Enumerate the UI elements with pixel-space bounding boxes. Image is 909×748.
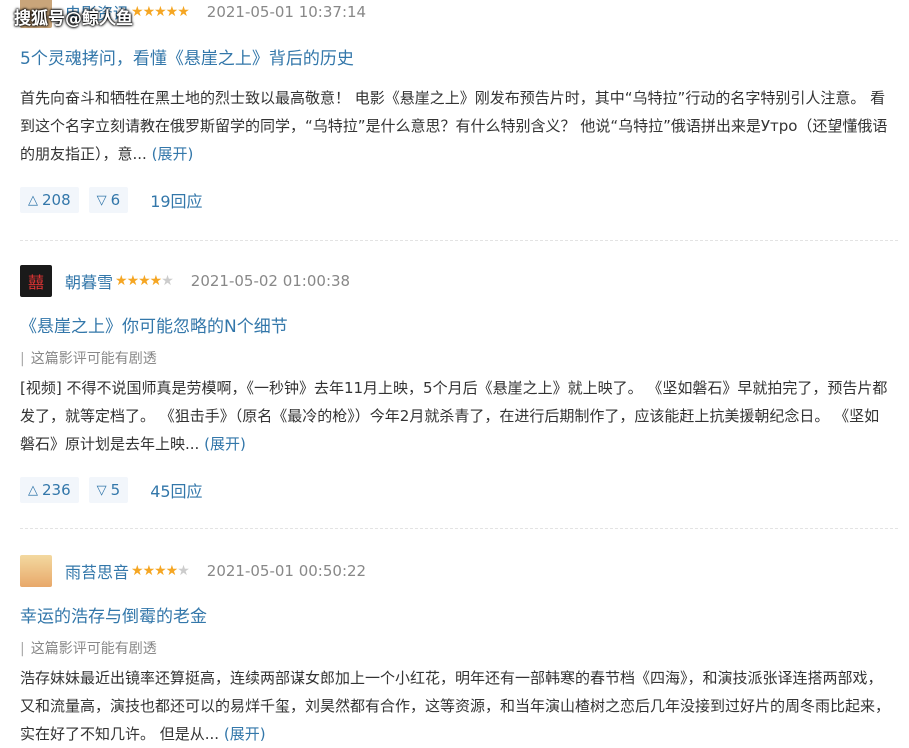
triangle-up-icon: △ xyxy=(28,482,38,498)
review-content: [视频] 不得不说国师真是劳模啊，《一秒钟》去年11月上映，5个月后《悬崖之上》… xyxy=(20,374,890,458)
review-title[interactable]: 5个灵魂拷问，看懂《悬崖之上》背后的历史 xyxy=(20,44,354,69)
review-content: 浩存妹妹最近出镜率还算挺高，连续两部谋女郎加上一个小红花，明年还有一部韩寒的春节… xyxy=(20,664,890,748)
review-item: 囍 朝暮雪 ★★★★★ 2021-05-02 01:00:38 xyxy=(20,265,898,297)
rating-stars: ★★★★★ xyxy=(115,273,174,289)
review-text: 浩存妹妹最近出镜率还算挺高，连续两部谋女郎加上一个小红花，明年还有一部韩寒的春节… xyxy=(20,669,891,743)
triangle-down-icon: ▽ xyxy=(96,482,107,498)
review-title[interactable]: 《悬崖之上》你可能忽略的N个细节 xyxy=(20,312,288,337)
spoiler-text: 这篇影评可能有剧透 xyxy=(30,641,157,657)
review-content: 首先向奋斗和牺牲在黑土地的烈士致以最高敬意！ 电影《悬崖之上》刚发布预告片时，其… xyxy=(20,84,890,168)
divider xyxy=(20,528,898,529)
avatar[interactable] xyxy=(20,555,52,587)
replies-link[interactable]: 45回应 xyxy=(150,478,202,502)
review-text: [视频] 不得不说国师真是劳模啊，《一秒钟》去年11月上映，5个月后《悬崖之上》… xyxy=(20,379,888,453)
expand-link[interactable]: (展开) xyxy=(204,435,246,453)
review-item: 电影资讯 ★★★★★ 2021-05-01 10:37:14 xyxy=(20,0,898,28)
spoiler-warning: | 这篇影评可能有剧透 xyxy=(20,638,157,658)
review-date: 2021-05-02 01:00:38 xyxy=(190,272,351,290)
star-icon: ★ xyxy=(161,273,174,289)
divider xyxy=(20,240,898,241)
upvote-count: 236 xyxy=(42,481,71,499)
star-icon: ★★★★ xyxy=(115,273,162,289)
expand-link[interactable]: (展开) xyxy=(224,725,266,743)
review-text: 首先向奋斗和牺牲在黑土地的烈士致以最高敬意！ 电影《悬崖之上》刚发布预告片时，其… xyxy=(20,89,888,163)
triangle-down-icon: ▽ xyxy=(96,192,107,208)
username-link[interactable]: 雨苔思音 xyxy=(65,559,129,583)
review-date: 2021-05-01 00:50:22 xyxy=(206,562,367,580)
upvote-button[interactable]: △ 236 xyxy=(20,477,79,503)
replies-link[interactable]: 19回应 xyxy=(150,188,202,212)
review-meta: 囍 朝暮雪 ★★★★★ 2021-05-02 01:00:38 xyxy=(20,265,898,297)
review-actions: △ 208 ▽ 6 19回应 xyxy=(20,187,203,213)
downvote-count: 5 xyxy=(110,481,121,499)
expand-link[interactable]: (展开) xyxy=(152,145,194,163)
spoiler-bar: | xyxy=(20,641,25,657)
rating-stars: ★★★★★ xyxy=(131,4,190,20)
downvote-count: 6 xyxy=(110,191,121,209)
triangle-up-icon: △ xyxy=(28,192,38,208)
star-icon: ★ xyxy=(177,563,190,579)
downvote-button[interactable]: ▽ 6 xyxy=(88,187,129,213)
downvote-button[interactable]: ▽ 5 xyxy=(88,477,129,503)
review-item: 雨苔思音 ★★★★★ 2021-05-01 00:50:22 xyxy=(20,555,898,587)
review-meta: 电影资讯 ★★★★★ 2021-05-01 10:37:14 xyxy=(20,0,898,28)
rating-stars: ★★★★★ xyxy=(131,563,190,579)
spoiler-bar: | xyxy=(20,351,25,367)
review-title[interactable]: 幸运的浩存与倒霉的老金 xyxy=(20,602,207,627)
star-icon: ★★★★★ xyxy=(131,4,190,20)
review-date: 2021-05-01 10:37:14 xyxy=(206,3,367,21)
spoiler-text: 这篇影评可能有剧透 xyxy=(30,351,157,367)
username-link[interactable]: 朝暮雪 xyxy=(65,269,113,293)
spoiler-warning: | 这篇影评可能有剧透 xyxy=(20,348,157,368)
upvote-count: 208 xyxy=(42,191,71,209)
review-actions: △ 236 ▽ 5 45回应 xyxy=(20,477,203,503)
watermark: 搜狐号@鲸人鱼 xyxy=(14,9,133,29)
avatar[interactable]: 囍 xyxy=(20,265,52,297)
star-icon: ★★★★ xyxy=(131,563,178,579)
review-meta: 雨苔思音 ★★★★★ 2021-05-01 00:50:22 xyxy=(20,555,898,587)
upvote-button[interactable]: △ 208 xyxy=(20,187,79,213)
